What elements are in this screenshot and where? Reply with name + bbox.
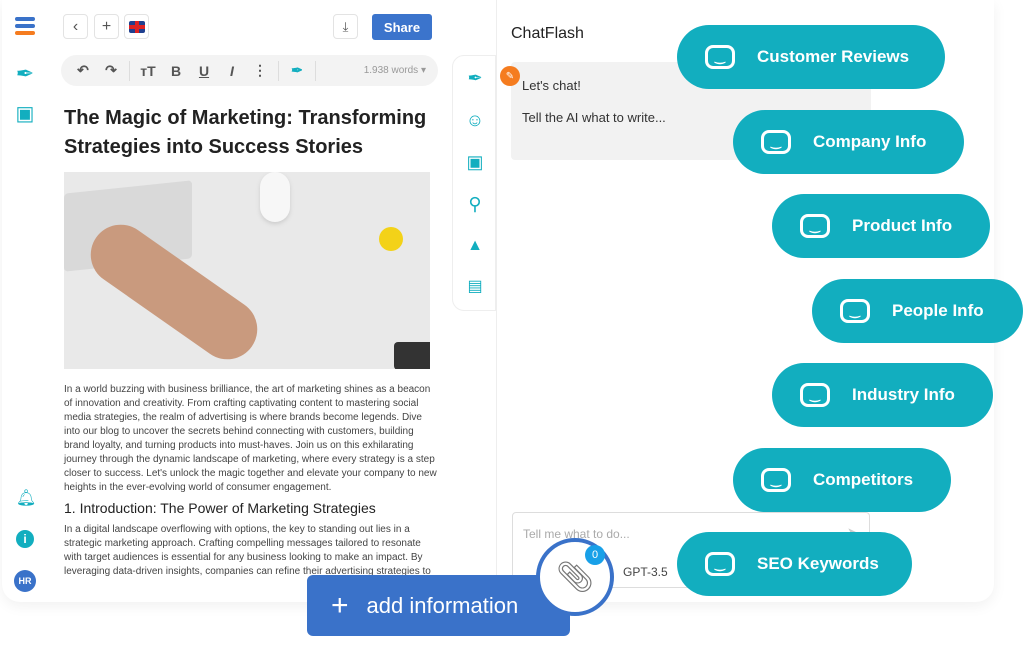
paragraph: In a world buzzing with business brillia…	[64, 384, 437, 493]
underline-button[interactable]: U	[190, 63, 218, 79]
word-count: 1.938 words	[363, 65, 419, 76]
robot-icon: ‿	[761, 130, 791, 154]
pill-label: Company Info	[813, 132, 927, 151]
menu-icon[interactable]	[14, 16, 36, 36]
model-selector[interactable]: GPT-3.5	[623, 565, 668, 579]
ai-tools-sidebar: ✒ ☺ ▣ ⚲ ▲ ▤	[452, 55, 496, 311]
add-information-label: add information	[366, 592, 519, 618]
bold-button[interactable]: B	[162, 63, 190, 79]
chat-bot-avatar: ✎	[500, 66, 520, 86]
pill-product-info[interactable]: ‿ Product Info	[772, 194, 990, 258]
robot-icon: ‿	[705, 45, 735, 69]
redo-icon[interactable]: ↷	[97, 62, 125, 79]
pill-label: Competitors	[813, 470, 914, 489]
pill-people-info[interactable]: ‿ People Info	[812, 279, 1023, 343]
paperclip-icon: 📎︎	[555, 560, 595, 594]
download-icon[interactable]: ⤓	[333, 14, 358, 39]
feather-icon[interactable]: ✒	[12, 60, 38, 88]
language-flag-uk[interactable]	[124, 14, 149, 39]
robot-icon: ‿	[800, 383, 830, 407]
pill-seo-keywords[interactable]: ‿ SEO Keywords	[677, 532, 912, 596]
pill-label: Customer Reviews	[757, 47, 910, 66]
robot-icon: ‿	[840, 299, 870, 323]
feather-icon[interactable]: ✒	[463, 66, 487, 90]
seo-search-icon[interactable]: ⚲	[463, 192, 487, 216]
image-ai-icon[interactable]: ▣	[12, 100, 38, 126]
plus-icon: +	[331, 588, 349, 622]
user-avatar[interactable]: HR	[14, 570, 36, 592]
chat-title: ChatFlash	[511, 25, 584, 42]
shapes-icon[interactable]: ▲	[463, 234, 487, 258]
document-icon[interactable]: ▤	[463, 274, 487, 298]
robot-icon[interactable]: ☺	[463, 108, 487, 132]
add-button[interactable]: +	[94, 14, 119, 39]
robot-icon: ‿	[761, 468, 791, 492]
robot-icon: ‿	[800, 214, 830, 238]
feather-icon[interactable]: ✒	[283, 62, 311, 79]
format-toolbar: ↶ ↷ тT B U I ⋮ ✒ 1.938 words ▾	[61, 55, 438, 86]
info-icon[interactable]: i	[16, 530, 34, 548]
word-count-dropdown[interactable]: 1.938 words ▾	[364, 65, 426, 76]
document-title: The Magic of Marketing: Transforming Str…	[64, 107, 427, 158]
pill-label: Industry Info	[852, 385, 955, 404]
undo-icon[interactable]: ↶	[69, 62, 97, 79]
attachment-count-badge: 0	[585, 545, 605, 565]
more-options-button[interactable]: ⋮	[246, 62, 274, 79]
image-ai-icon[interactable]: ▣	[463, 150, 487, 174]
pill-label: Product Info	[852, 216, 953, 235]
paragraph: In a digital landscape overflowing with …	[64, 524, 431, 577]
pill-competitors[interactable]: ‿ Competitors	[733, 448, 951, 512]
pill-label: SEO Keywords	[757, 554, 879, 573]
article-image	[64, 172, 430, 369]
pill-customer-reviews[interactable]: ‿ Customer Reviews	[677, 25, 945, 89]
bell-icon[interactable]: 🔔︎	[16, 488, 36, 508]
robot-icon: ‿	[705, 552, 735, 576]
back-button[interactable]: ‹	[63, 14, 88, 39]
add-information-button[interactable]: + add information	[307, 575, 570, 636]
pill-company-info[interactable]: ‿ Company Info	[733, 110, 964, 174]
text-size-button[interactable]: тT	[134, 63, 162, 79]
pill-industry-info[interactable]: ‿ Industry Info	[772, 363, 993, 427]
italic-button[interactable]: I	[218, 63, 246, 79]
pill-label: People Info	[892, 301, 984, 320]
left-rail: ✒ ▣ 🔔︎ i HR	[2, 0, 52, 600]
share-button[interactable]: Share	[372, 14, 432, 40]
section-heading: 1. Introduction: The Power of Marketing …	[64, 500, 376, 516]
